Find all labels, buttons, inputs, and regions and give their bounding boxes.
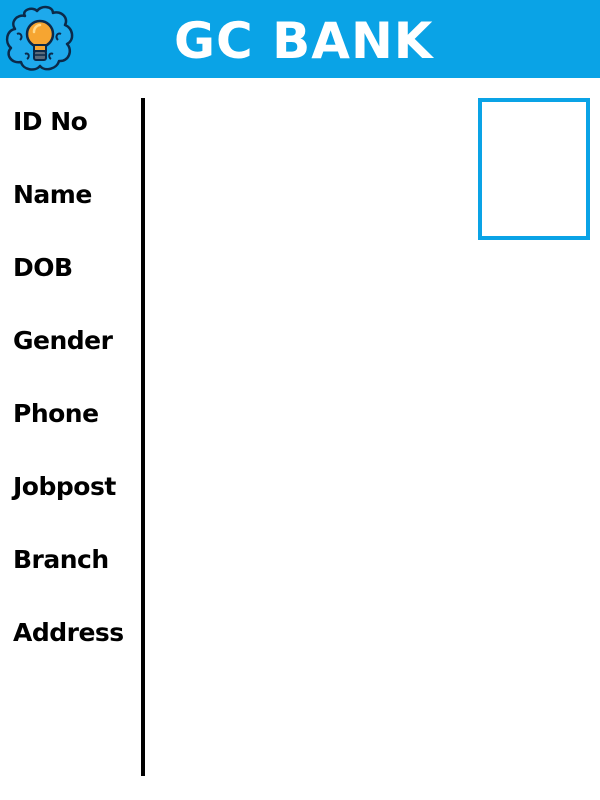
label-name: Name [13,180,92,209]
bank-title: GC BANK [174,12,434,70]
label-id-no: ID No [13,107,88,136]
vertical-divider [141,98,145,776]
label-dob: DOB [13,253,73,282]
label-branch: Branch [13,545,109,574]
label-address: Address [13,618,124,647]
label-phone: Phone [13,399,99,428]
header-bar: GC BANK [0,0,600,78]
label-jobpost: Jobpost [13,472,116,501]
label-gender: Gender [13,326,113,355]
lightbulb-brain-icon [5,5,74,71]
photo-placeholder[interactable] [478,98,590,240]
